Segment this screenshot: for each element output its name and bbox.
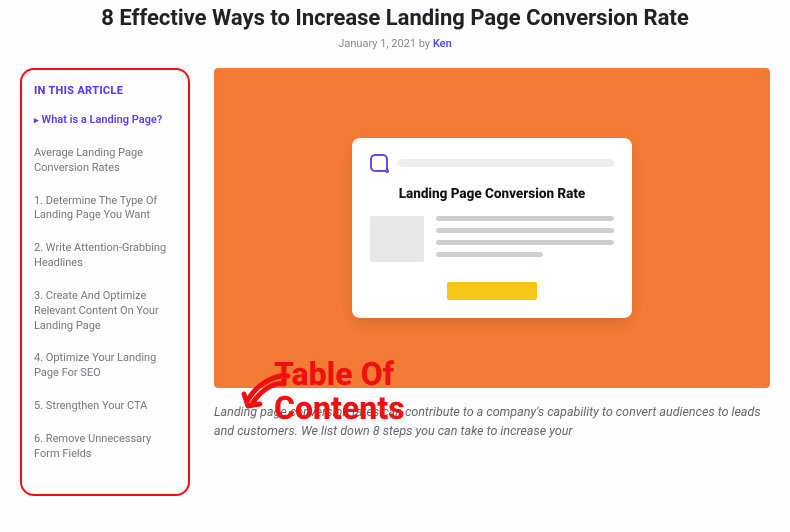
- table-of-contents: IN THIS ARTICLE What is a Landing Page? …: [20, 68, 190, 496]
- toc-item-cta[interactable]: 5. Strengthen Your CTA: [34, 399, 178, 414]
- author-link[interactable]: Ken: [433, 37, 452, 50]
- article-meta: January 1, 2021 by Ken: [20, 37, 770, 50]
- toc-item-determine-type[interactable]: 1. Determine The Type Of Landing Page Yo…: [34, 194, 178, 224]
- toc-item-optimize-content[interactable]: 3. Create And Optimize Relevant Content …: [34, 289, 178, 334]
- article-header: 8 Effective Ways to Increase Landing Pag…: [0, 0, 790, 50]
- toc-item-average-rates[interactable]: Average Landing Page Conversion Rates: [34, 146, 178, 176]
- text-lines-placeholder: [436, 216, 614, 264]
- card-heading: Landing Page Conversion Rate: [370, 186, 614, 202]
- hero-image: Landing Page Conversion Rate: [214, 68, 770, 388]
- toc-item-seo[interactable]: 4. Optimize Your Landing Page For SEO: [34, 351, 178, 381]
- article-date: January 1, 2021: [338, 37, 416, 50]
- thumbnail-placeholder: [370, 216, 424, 262]
- placeholder-line: [398, 159, 614, 167]
- cta-button-placeholder: [447, 282, 537, 300]
- by-label: by: [419, 37, 430, 50]
- toc-item-what-is[interactable]: What is a Landing Page?: [34, 113, 178, 128]
- article-title: 8 Effective Ways to Increase Landing Pag…: [20, 6, 770, 31]
- toc-item-headlines[interactable]: 2. Write Attention-Grabbing Headlines: [34, 241, 178, 271]
- toc-heading: IN THIS ARTICLE: [34, 84, 178, 97]
- intro-paragraph: Landing page conversion rates can contri…: [214, 404, 770, 442]
- mock-landing-card: Landing Page Conversion Rate: [352, 138, 632, 318]
- brand-logo-icon: [370, 154, 388, 172]
- toc-item-form-fields[interactable]: 6. Remove Unnecessary Form Fields: [34, 432, 178, 462]
- main-content: Landing Page Conversion Rate Table Of Co…: [214, 68, 770, 496]
